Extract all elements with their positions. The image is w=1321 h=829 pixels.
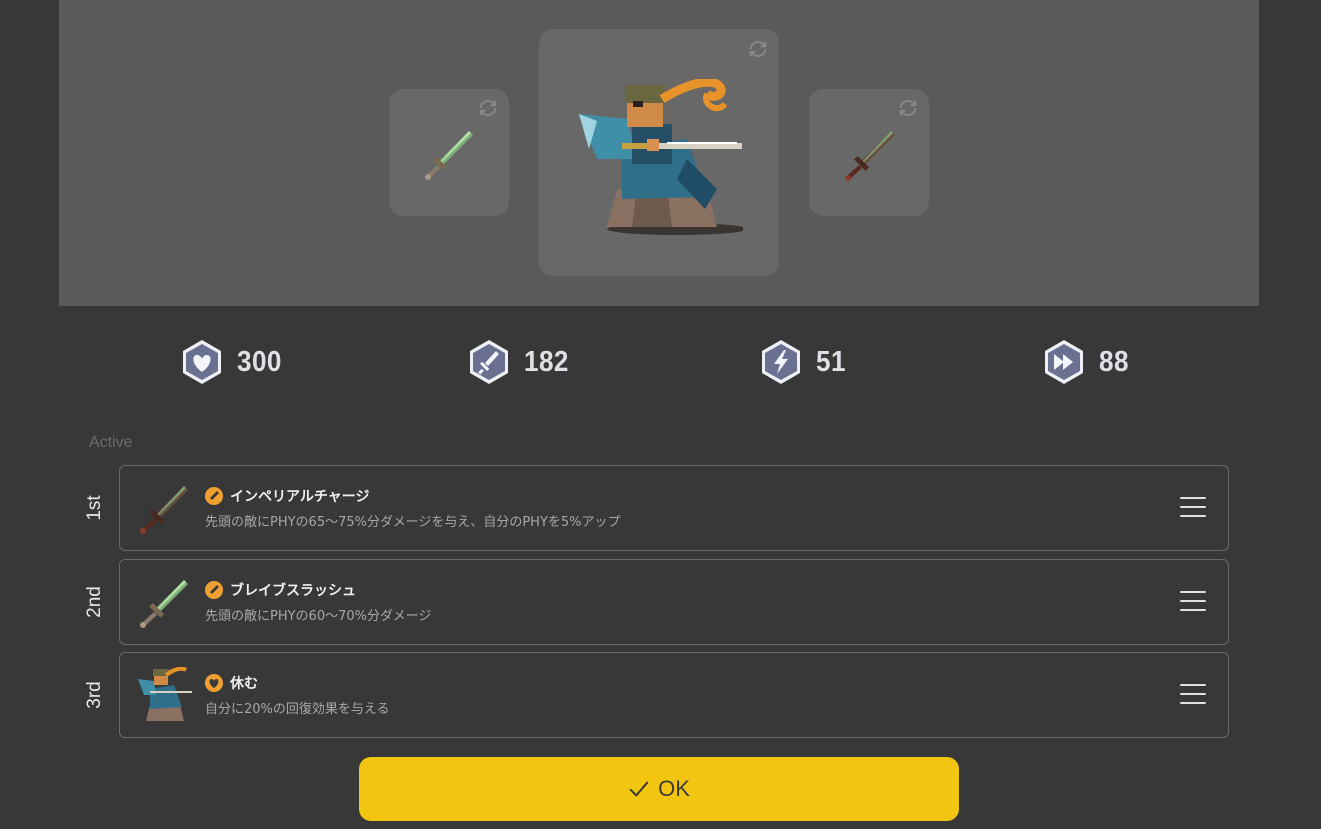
stat-magic: 51 [760, 336, 849, 388]
lightning-icon [762, 340, 800, 384]
heart-type-icon [205, 674, 223, 692]
skill-rank: 1st [84, 495, 105, 521]
stat-value: 51 [816, 345, 846, 378]
dark-sword-icon [845, 131, 895, 181]
swap-icon[interactable] [477, 97, 499, 119]
green-sword-icon [425, 131, 473, 180]
stat-value: 88 [1099, 345, 1129, 378]
section-label-active: Active [89, 434, 133, 451]
weapon-slot-left[interactable] [389, 89, 509, 216]
stat-attack: 182 [468, 336, 574, 388]
checkmark-icon [629, 781, 649, 797]
skill-row: 3rd 休む 自分に20%の回復効果を与える [0, 652, 1321, 738]
skill-row: 2nd ブレイブスラッシュ 先頭の敵にPHYの60〜70%分ダメージ [0, 559, 1321, 645]
ok-button-label: OK [658, 776, 690, 801]
hero-sprite [579, 79, 743, 235]
hero-slot[interactable] [539, 29, 779, 276]
drag-handle-icon[interactable] [1180, 684, 1206, 706]
drag-handle-icon[interactable] [1180, 497, 1206, 519]
heart-icon [183, 340, 221, 384]
fast-forward-icon [1045, 340, 1083, 384]
stat-hp: 300 [181, 336, 287, 388]
weapon-slot-right[interactable] [809, 89, 929, 216]
skill-description: 自分に20%の回復効果を与える [205, 702, 390, 717]
skill-description: 先頭の敵にPHYの60〜70%分ダメージ [205, 609, 432, 624]
stats-bar: 300 182 51 88 [0, 336, 1321, 388]
sword-type-icon [205, 581, 223, 599]
equipment-panel [59, 0, 1259, 306]
skill-card[interactable]: 休む 自分に20%の回復効果を与える [119, 652, 1229, 738]
sword-type-icon [205, 487, 223, 505]
stat-value: 300 [237, 345, 282, 378]
drag-handle-icon[interactable] [1180, 591, 1206, 613]
swap-icon[interactable] [897, 97, 919, 119]
skill-card[interactable]: ブレイブスラッシュ 先頭の敵にPHYの60〜70%分ダメージ [119, 559, 1229, 645]
skill-card[interactable]: インペリアルチャージ 先頭の敵にPHYの65〜75%分ダメージを与え、自分のPH… [119, 465, 1229, 551]
sword-icon [470, 340, 508, 384]
skill-rank: 3rd [84, 681, 105, 709]
ok-button[interactable]: OK [359, 757, 959, 821]
stat-value: 182 [524, 345, 569, 378]
skill-row: 1st インペリアルチャージ 先頭の敵にPHYの65〜75%分ダメージを与え、自… [0, 465, 1321, 551]
dark-sword-icon [140, 486, 188, 534]
skill-name: インペリアルチャージ [205, 486, 369, 506]
stat-speed: 88 [1043, 336, 1132, 388]
green-sword-icon [140, 580, 188, 628]
skill-rank: 2nd [84, 586, 105, 618]
skill-description: 先頭の敵にPHYの65〜75%分ダメージを与え、自分のPHYを5%アップ [205, 515, 621, 530]
skill-name: 休む [205, 673, 258, 693]
skill-name: ブレイブスラッシュ [205, 580, 356, 600]
hero-portrait-icon [138, 667, 192, 721]
swap-icon[interactable] [747, 38, 769, 60]
